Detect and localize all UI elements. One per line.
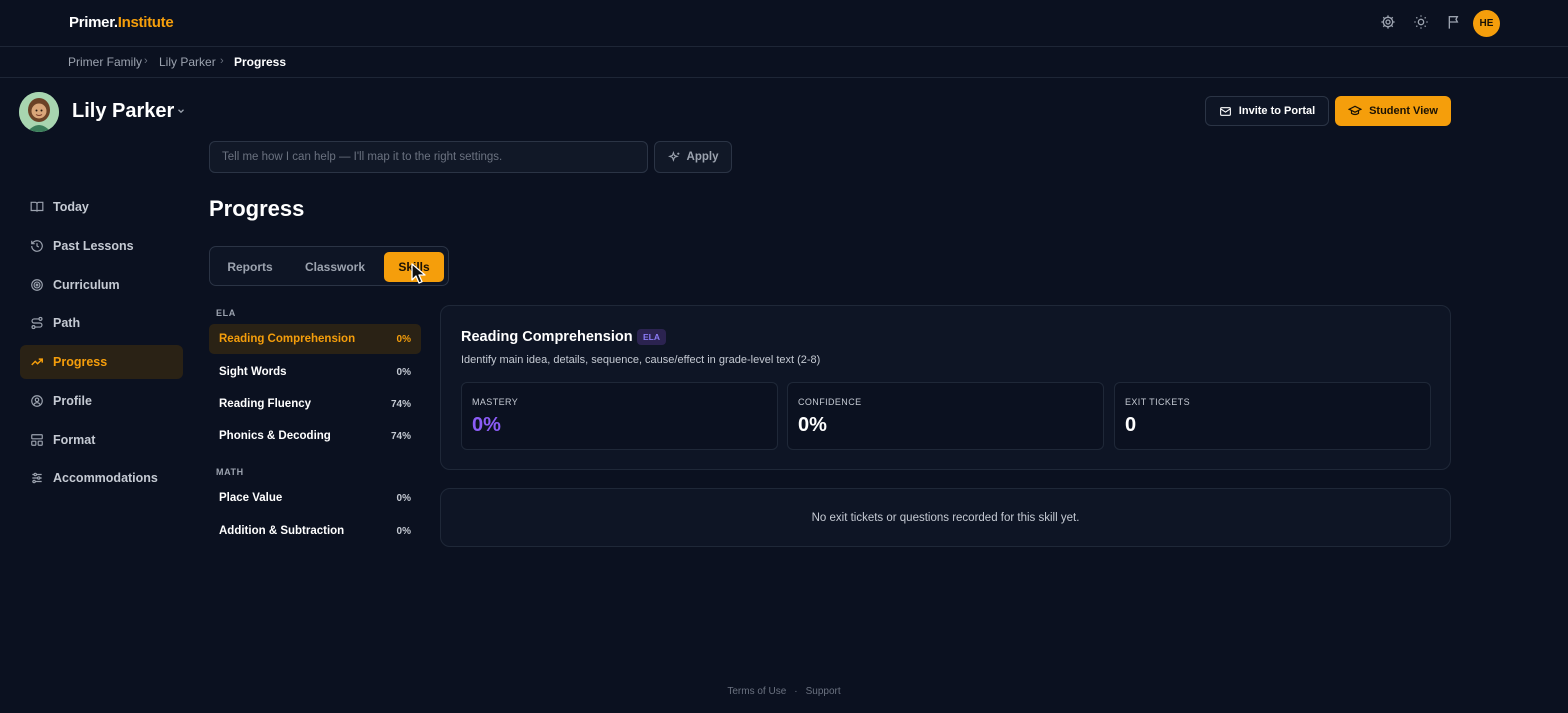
empty-state-message: No exit tickets or questions recorded fo… — [811, 512, 1080, 524]
user-icon — [31, 395, 43, 407]
support-link[interactable]: Support — [806, 686, 841, 697]
student-name[interactable]: Lily Parker — [72, 100, 174, 123]
sidebar-item-curriculum[interactable]: Curriculum — [20, 268, 183, 302]
history-icon — [31, 240, 43, 252]
stat-label: MASTERY — [472, 397, 519, 407]
sparkles-icon — [667, 150, 679, 162]
sidebar-item-profile[interactable]: Profile — [20, 384, 183, 418]
breadcrumb: Primer Family › Lily Parker › Progress — [0, 47, 1568, 78]
sidebar-item-today[interactable]: Today — [20, 190, 183, 224]
subject-badge: ELA — [637, 329, 666, 345]
stat-value: 0 — [1125, 414, 1137, 436]
stat-label: CONFIDENCE — [798, 397, 862, 407]
skill-detail-card: Reading Comprehension ELA Identify main … — [440, 305, 1451, 470]
sidebar-item-path[interactable]: Path — [20, 306, 183, 340]
tab-reports[interactable]: Reports — [216, 252, 284, 282]
top-bar: Primer.Institute HE — [0, 0, 1568, 47]
trending-up-icon — [31, 358, 43, 366]
sidebar-item-accommodations[interactable]: Accommodations — [20, 461, 183, 495]
skill-group-label: ELA — [216, 308, 236, 318]
user-avatar[interactable]: HE — [1473, 10, 1500, 37]
graduation-cap-icon — [1348, 105, 1363, 116]
tab-classwork[interactable]: Classwork — [294, 252, 376, 282]
breadcrumb-separator: › — [220, 55, 224, 67]
skill-item[interactable]: Place Value 0% — [209, 483, 421, 513]
student-view-button[interactable]: Student View — [1335, 96, 1451, 126]
route-icon — [31, 316, 43, 330]
confidence-stat: CONFIDENCE 0% — [787, 382, 1104, 450]
layout-icon — [31, 434, 43, 446]
sliders-icon — [32, 472, 42, 484]
assistant-input[interactable] — [209, 141, 648, 173]
footer: Terms of Use · Support — [0, 686, 1568, 697]
breadcrumb-family[interactable]: Primer Family — [68, 55, 142, 69]
sun-icon[interactable] — [1413, 14, 1429, 30]
mouse-cursor-icon — [411, 263, 426, 284]
skill-item[interactable]: Sight Words 0% — [209, 357, 421, 387]
gear-icon[interactable] — [1380, 14, 1396, 30]
skill-description: Identify main idea, details, sequence, c… — [461, 354, 821, 366]
exit-tickets-stat: EXIT TICKETS 0 — [1114, 382, 1431, 450]
breadcrumb-separator: › — [144, 55, 148, 67]
flag-icon[interactable] — [1446, 14, 1462, 30]
terms-link[interactable]: Terms of Use — [727, 686, 786, 697]
stat-value: 0% — [798, 414, 827, 436]
skill-item[interactable]: Reading Comprehension 0% — [209, 324, 421, 354]
student-avatar — [19, 92, 59, 132]
skill-group-label: MATH — [216, 467, 244, 477]
sidebar-item-past-lessons[interactable]: Past Lessons — [20, 229, 183, 263]
skill-title: Reading Comprehension — [461, 329, 633, 345]
app-logo[interactable]: Primer.Institute — [69, 14, 174, 31]
mail-icon — [1219, 106, 1231, 116]
skill-item[interactable]: Phonics & Decoding 74% — [209, 421, 421, 451]
skill-item[interactable]: Addition & Subtraction 0% — [209, 516, 421, 546]
breadcrumb-student[interactable]: Lily Parker — [159, 55, 216, 69]
target-icon — [31, 279, 43, 291]
footer-separator: · — [794, 686, 798, 697]
exit-tickets-card: No exit tickets or questions recorded fo… — [440, 488, 1451, 547]
sidebar-item-format[interactable]: Format — [20, 423, 183, 457]
page-title: Progress — [209, 196, 305, 221]
sidebar-item-progress[interactable]: Progress — [20, 345, 183, 379]
chevron-down-icon[interactable] — [176, 106, 186, 116]
stat-value: 0% — [472, 414, 501, 436]
breadcrumb-current: Progress — [234, 55, 287, 69]
stat-label: EXIT TICKETS — [1125, 397, 1190, 407]
apply-button[interactable]: Apply — [654, 141, 732, 173]
invite-to-portal-button[interactable]: Invite to Portal — [1205, 96, 1329, 126]
skill-item[interactable]: Reading Fluency 74% — [209, 389, 421, 419]
mastery-stat: MASTERY 0% — [461, 382, 778, 450]
book-icon — [30, 201, 44, 212]
